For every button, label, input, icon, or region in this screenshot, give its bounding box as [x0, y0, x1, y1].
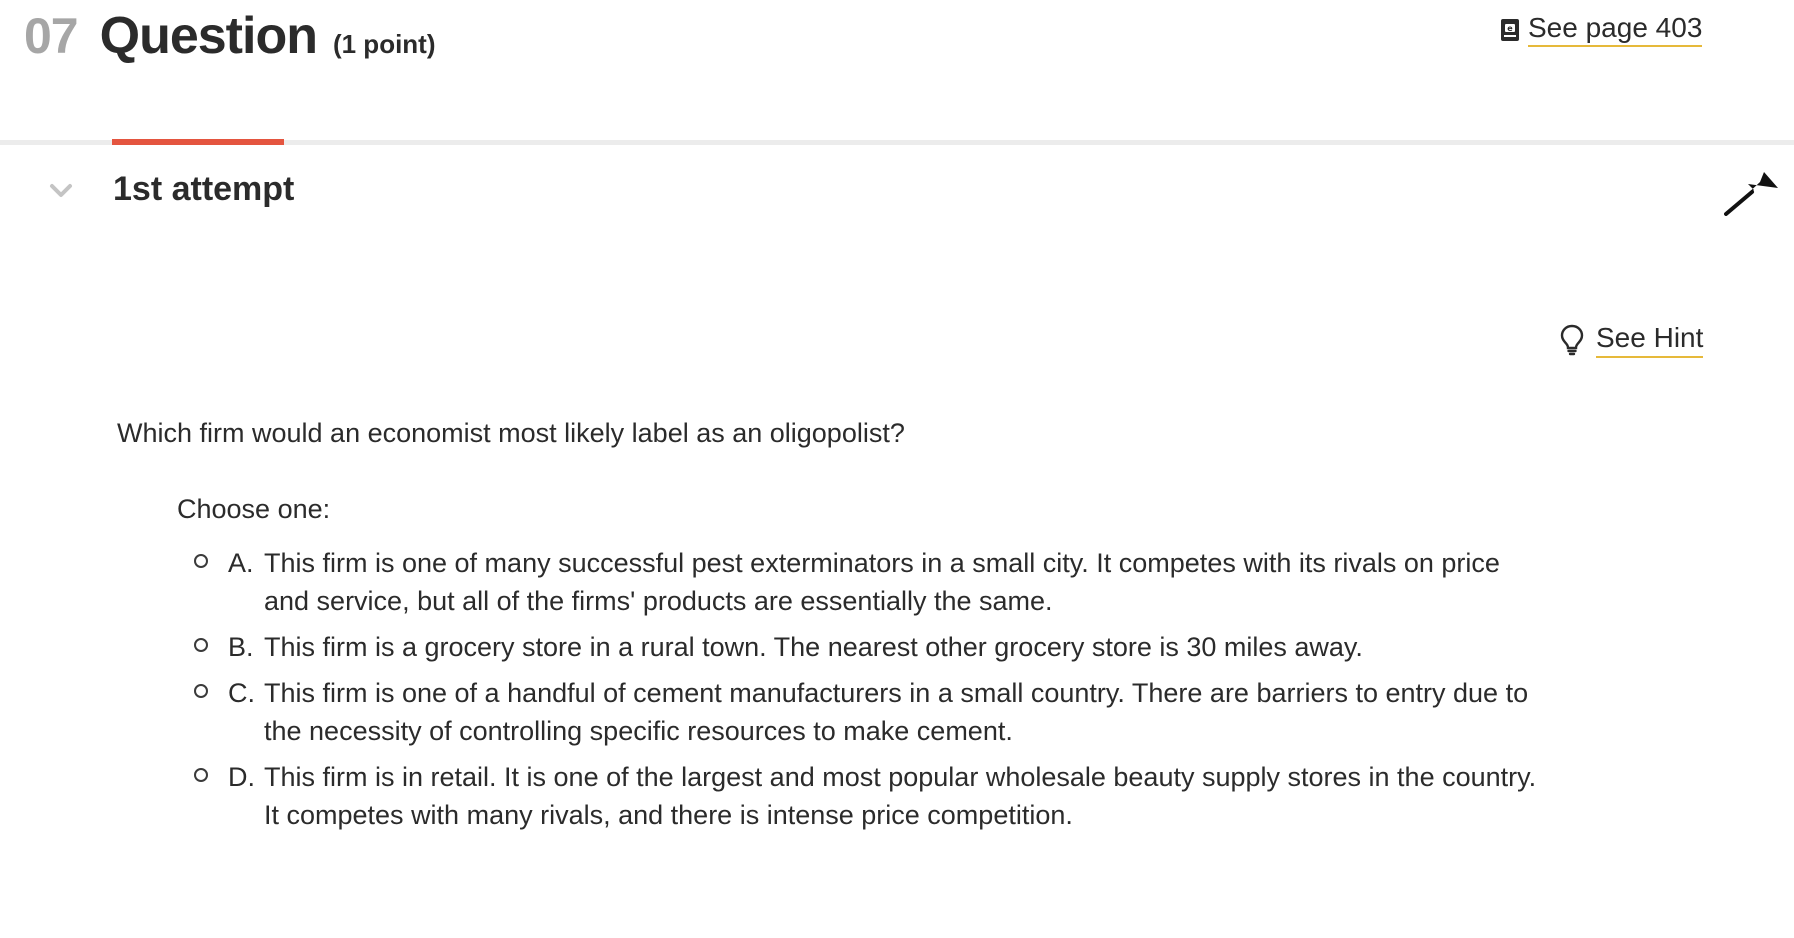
question-title: Question	[99, 7, 318, 65]
question-number: 07	[24, 8, 79, 64]
see-page-label: See page 403	[1528, 12, 1703, 47]
radio-button[interactable]	[194, 684, 208, 698]
radio-button[interactable]	[194, 638, 208, 652]
svg-text:e: e	[1507, 24, 1513, 33]
option-letter: C.	[228, 678, 255, 708]
answer-options: A. This firm is one of many successful p…	[194, 544, 1544, 842]
question-page: 07 Question (1 point) e See page 403 1st…	[0, 0, 1794, 938]
question-prompt: Which firm would an economist most likel…	[117, 418, 905, 448]
chevron-down-icon[interactable]	[48, 178, 74, 204]
option-text: This firm is in retail. It is one of the…	[264, 762, 1537, 830]
radio-button[interactable]	[194, 554, 208, 568]
radio-button[interactable]	[194, 768, 208, 782]
question-header: 07 Question (1 point)	[24, 6, 436, 66]
question-points: (1 point)	[332, 29, 436, 59]
ebook-icon: e	[1501, 18, 1519, 41]
option-text: This firm is one of a handful of cement …	[264, 678, 1529, 746]
see-hint-label: See Hint	[1596, 322, 1704, 358]
see-page-link[interactable]: e See page 403	[1500, 12, 1703, 47]
option-text: This firm is one of many successful pest…	[264, 548, 1500, 616]
option-a[interactable]: A. This firm is one of many successful p…	[194, 544, 1544, 620]
option-d[interactable]: D. This firm is in retail. It is one of …	[194, 758, 1544, 834]
active-tab-indicator	[112, 139, 284, 145]
option-b[interactable]: B. This firm is a grocery store in a rur…	[194, 628, 1544, 666]
cursor-arrow-icon	[1724, 172, 1778, 216]
tab-1st-attempt[interactable]: 1st attempt	[113, 170, 294, 209]
see-hint-link[interactable]: See Hint	[1560, 322, 1704, 358]
choose-instruction: Choose one:	[177, 494, 331, 524]
option-c[interactable]: C. This firm is one of a handful of ceme…	[194, 674, 1544, 750]
option-text: This firm is a grocery store in a rural …	[264, 632, 1363, 662]
option-letter: B.	[228, 632, 254, 662]
option-letter: D.	[228, 762, 255, 792]
lightbulb-icon	[1560, 324, 1584, 356]
option-letter: A.	[228, 548, 254, 578]
